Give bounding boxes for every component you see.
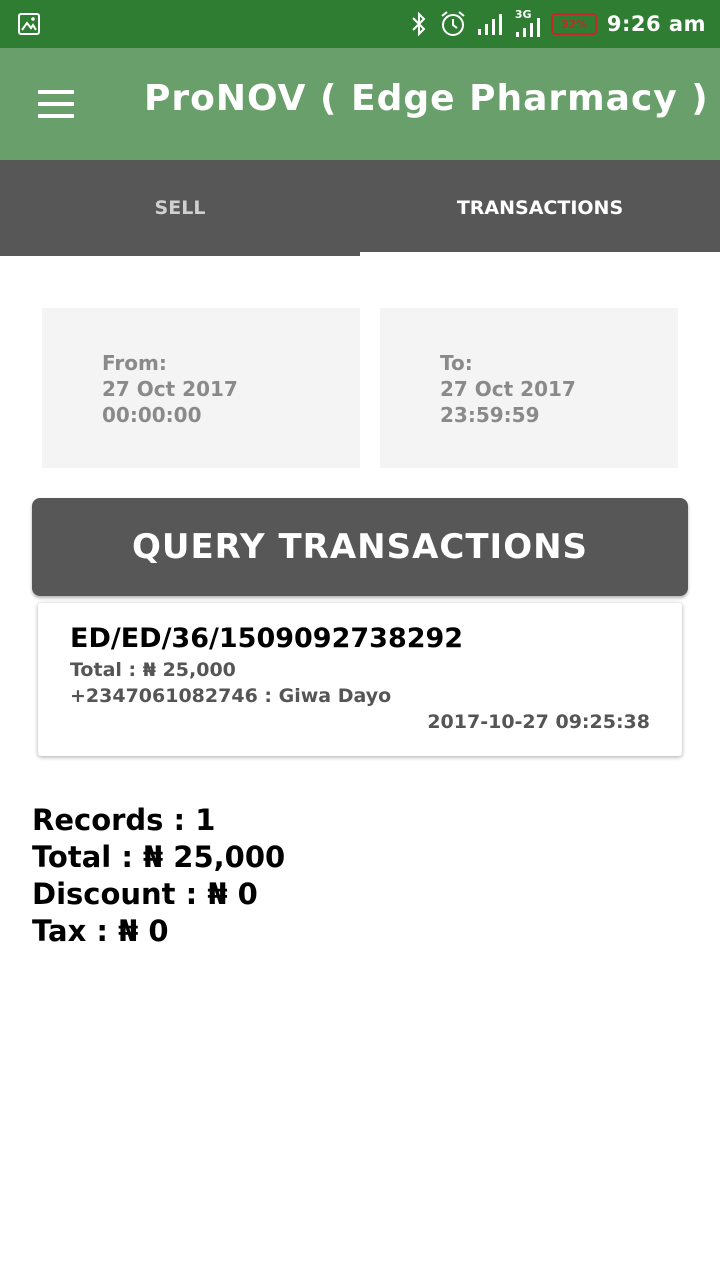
image-icon [18, 13, 40, 35]
transaction-id: ED/ED/36/1509092738292 [70, 623, 464, 654]
network-type-label: 3G [514, 8, 532, 21]
hamburger-menu-icon[interactable] [36, 88, 76, 120]
transaction-total: Total : ₦ 25,000 [70, 659, 236, 681]
query-transactions-button[interactable]: QUERY TRANSACTIONS [32, 498, 688, 596]
clock: 9:26 am [606, 12, 706, 36]
battery-level: 32% [560, 17, 588, 31]
tab-transactions[interactable]: TRANSACTIONS [360, 160, 720, 256]
tab-bar: SELL TRANSACTIONS [0, 160, 720, 256]
to-date: 27 Oct 2017 [440, 377, 576, 401]
from-time: 00:00:00 [102, 403, 202, 427]
battery-icon: 32% [550, 13, 597, 35]
summary-tax: Tax : ₦ 0 [32, 914, 169, 948]
to-date-text: To: 27 Oct 2017 23:59:59 [440, 350, 576, 428]
from-date-picker[interactable]: From: 27 Oct 2017 00:00:00 [42, 308, 360, 468]
signal-3g-icon: 3G [513, 8, 541, 38]
to-date-picker[interactable]: To: 27 Oct 2017 23:59:59 [380, 308, 678, 468]
to-label: To: [440, 351, 473, 375]
app-bar: ProNOV ( Edge Pharmacy ) [0, 48, 720, 160]
from-label: From: [102, 351, 167, 375]
from-date-text: From: 27 Oct 2017 00:00:00 [102, 350, 238, 428]
summary: Records : 1 Total : ₦ 25,000 Discount : … [32, 802, 285, 950]
transaction-card[interactable]: ED/ED/36/1509092738292 Total : ₦ 25,000 … [38, 603, 682, 756]
to-time: 23:59:59 [440, 403, 540, 427]
summary-records: Records : 1 [32, 803, 216, 837]
transaction-datetime: 2017-10-27 09:25:38 [427, 711, 650, 733]
app-title: ProNOV ( Edge Pharmacy ) [144, 78, 709, 119]
alarm-icon [441, 11, 465, 36]
status-bar: 3G 32% 9:26 am [0, 0, 720, 48]
summary-total: Total : ₦ 25,000 [32, 840, 286, 874]
tab-sell[interactable]: SELL [0, 160, 360, 256]
transaction-customer: +2347061082746 : Giwa Dayo [70, 685, 392, 707]
bluetooth-icon [412, 11, 426, 37]
signal-icon [477, 14, 502, 35]
from-date: 27 Oct 2017 [102, 377, 238, 401]
summary-discount: Discount : ₦ 0 [32, 877, 258, 911]
